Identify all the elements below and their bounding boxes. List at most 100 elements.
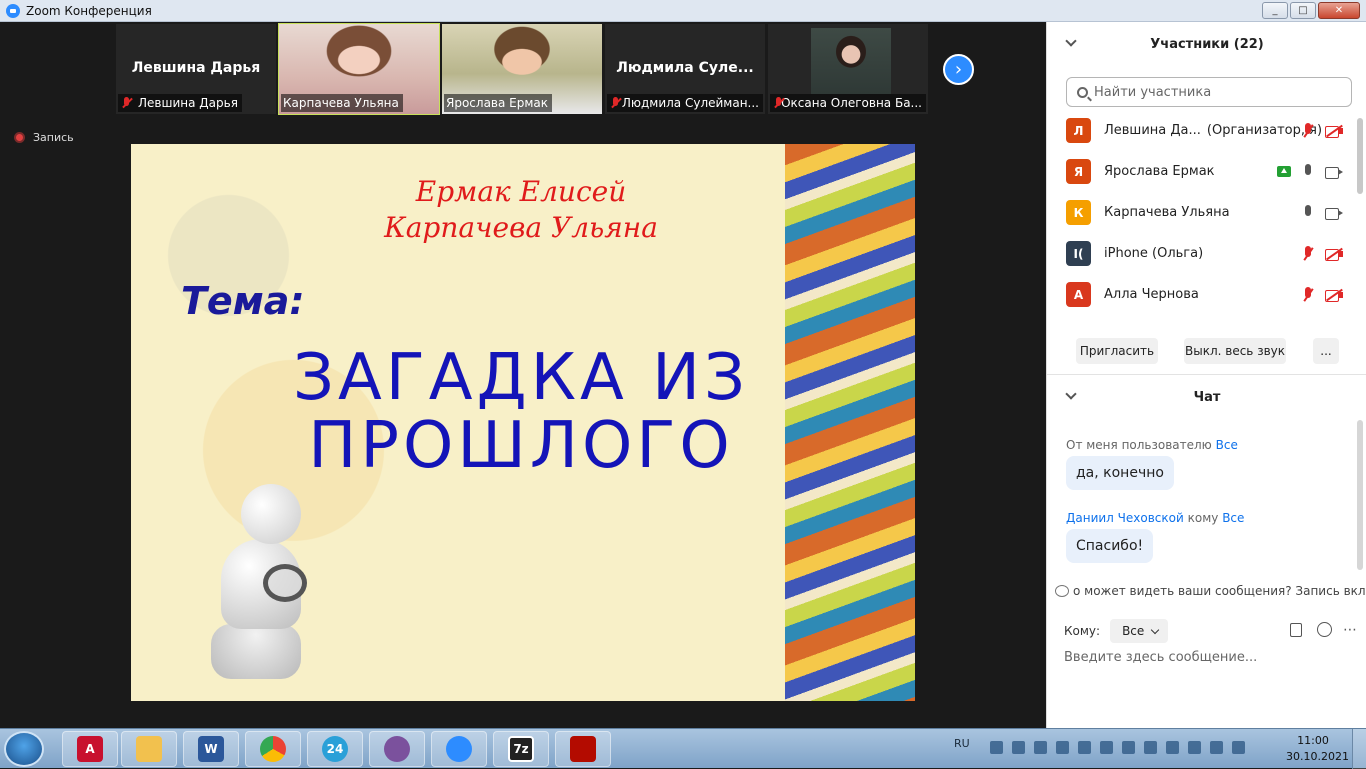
taskbar-app-24[interactable]: 24 [307,731,363,767]
record-dot-icon [14,132,25,143]
mic-muted-icon [120,96,134,110]
tray-icon[interactable] [1144,741,1157,754]
tray-icon[interactable] [1232,741,1245,754]
taskbar-app-7zip[interactable]: 7z [493,731,549,767]
slide-title-line-1: ЗАГАДКА ИЗ [292,341,750,415]
tray-icon[interactable] [1012,741,1025,754]
minimize-button[interactable]: _ [1262,2,1288,19]
chat-scrollbar[interactable] [1357,420,1363,570]
camera-icon[interactable] [1325,166,1343,179]
collapse-chevron-icon[interactable] [1065,388,1077,400]
start-button-icon[interactable] [4,731,44,767]
video-tile[interactable]: Ярослава Ермак [442,24,602,114]
tray-icon[interactable] [1122,741,1135,754]
slide-decorative-border [785,144,915,701]
tray-icon[interactable] [1056,741,1069,754]
camera-off-icon[interactable] [1325,124,1343,138]
windows-taskbar: A W 24 7z RU 11:00 30.10.2021 [0,728,1366,769]
video-tile-active-speaker[interactable]: Карпачева Ульяна [278,23,440,115]
chat-title: Чат [1193,389,1221,405]
slide-author-1: Ермак Елисей [415,175,627,208]
camera-icon[interactable] [1325,207,1343,220]
participant-row[interactable]: К Карпачева Ульяна [1047,192,1357,233]
chat-visibility-notice[interactable]: о может видеть ваши сообщения? Запись вк… [1055,584,1366,598]
mic-muted-icon[interactable] [1301,122,1315,139]
taskbar-app-viber[interactable] [369,731,425,767]
camera-off-icon[interactable] [1325,247,1343,261]
participant-row[interactable]: Л Левшина Да... (Организатор, я) [1047,110,1357,151]
emoji-icon[interactable] [1317,622,1332,637]
tray-icon[interactable] [1166,741,1179,754]
avatar: I( [1066,241,1091,266]
slide-topic-label: Тема: [181,279,305,323]
avatar: Л [1066,118,1091,143]
language-indicator[interactable]: RU [954,737,970,750]
system-clock[interactable]: 11:00 30.10.2021 [1286,733,1349,765]
chat-header[interactable]: Чат [1047,375,1366,419]
slide-title-line-2: ПРОШЛОГО [308,409,734,483]
tray-icon[interactable] [1078,741,1091,754]
mic-icon[interactable] [1301,204,1315,221]
participant-row[interactable]: А Алла Чернова [1047,274,1357,315]
recording-indicator[interactable]: Запись [14,131,74,144]
slide-title: ЗАГАДКА ИЗ ПРОШЛОГО [271,344,771,480]
taskbar-app-zoom[interactable] [431,731,487,767]
meeting-area: Левшина Дарья Левшина Дарья Карпачева Ул… [0,22,1046,728]
maximize-button[interactable]: □ [1290,2,1316,19]
video-tile[interactable]: Оксана Олеговна Ба... [768,24,928,114]
participant-search-input[interactable]: Найти участника [1066,77,1352,107]
zoom-logo-icon [6,3,20,18]
recipient-select[interactable]: Все [1110,619,1169,643]
folder-icon [136,736,162,762]
gallery-next-arrow-icon[interactable]: › [943,54,974,85]
mute-all-button[interactable]: Выкл. весь звук [1184,338,1286,364]
tray-icon[interactable] [1100,741,1113,754]
slide-authors: Ермак Елисей Карпачева Ульяна [346,174,696,246]
close-button[interactable]: ✕ [1318,2,1360,19]
mic-muted-icon[interactable] [1301,245,1315,262]
tile-caption: Левшина Дарья [138,96,238,110]
tray-icon[interactable] [990,741,1003,754]
tile-caption: Оксана Олеговна Ба... [781,96,922,110]
to-label: Кому: [1064,624,1101,638]
chat-recipient[interactable]: Все [1216,438,1238,452]
participant-row[interactable]: I( iPhone (Ольга) [1047,233,1357,274]
avatar: К [1066,200,1091,225]
participant-row[interactable]: Я Ярослава Ермак [1047,151,1357,192]
clock-date: 30.10.2021 [1286,750,1349,763]
participant-name: iPhone (Ольга) [1104,246,1204,261]
video-tile[interactable]: Людмила Суле... Людмила Сулейман... [605,24,765,114]
taskbar-app-word[interactable]: W [183,731,239,767]
taskbar-app-acrobat[interactable] [555,731,611,767]
taskbar-app-explorer[interactable] [121,731,177,767]
participant-list: Л Левшина Да... (Организатор, я) Я Яросл… [1047,110,1357,315]
system-tray [990,741,1245,754]
tray-icon[interactable] [1034,741,1047,754]
more-options-icon[interactable]: ⋯ [1343,622,1357,638]
show-desktop-button[interactable] [1352,729,1366,769]
camera-off-icon[interactable] [1325,288,1343,302]
file-icon[interactable] [1290,623,1302,637]
tray-icon[interactable] [1188,741,1201,754]
taskbar-app-chrome[interactable] [245,731,301,767]
magnifier-figure-illustration [201,484,331,684]
participant-name: Левшина Да... [1104,123,1201,138]
avatar: Я [1066,159,1091,184]
chat-sender[interactable]: Даниил Чеховской [1066,511,1184,525]
mic-muted-icon [609,96,618,110]
invite-button[interactable]: Пригласить [1076,338,1158,364]
chrome-icon [260,736,286,762]
chat-message-bubble: да, конечно [1066,456,1174,490]
video-tile[interactable]: Левшина Дарья Левшина Дарья [116,24,276,114]
mic-icon[interactable] [1301,163,1315,180]
chat-recipient[interactable]: Все [1222,511,1244,525]
mic-muted-icon[interactable] [1301,286,1315,303]
collapse-chevron-icon[interactable] [1065,35,1077,47]
tray-icon[interactable] [1210,741,1223,754]
chat-message-input[interactable]: Введите здесь сообщение... [1064,650,1257,665]
participants-more-button[interactable]: ... [1313,338,1339,364]
chat-message-bubble: Спасибо! [1066,529,1154,563]
taskbar-app-autocad[interactable]: A [62,731,118,767]
participants-header[interactable]: Участники (22) [1047,22,1366,66]
participants-scrollbar[interactable] [1357,118,1363,194]
